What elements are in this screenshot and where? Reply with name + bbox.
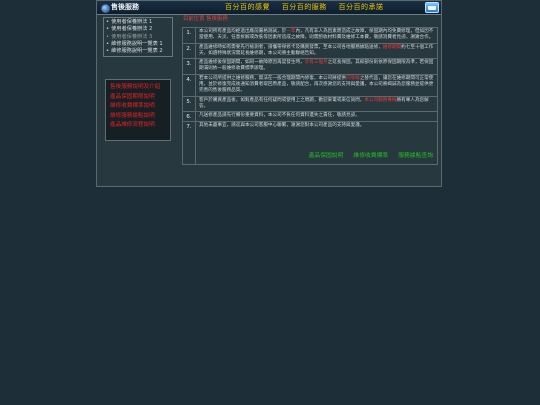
promo-link[interactable]: 產品保固期限說明 <box>110 93 166 103</box>
promo-box: 售後服務說明及介紹 產品保固期限說明 維修收費標準說明 維修服務據點說明 產品維… <box>105 79 171 141</box>
item-text: 本公司所有產品均經過出廠前嚴格測試，於一年內，凡有非人為因素而造成之故障，保固期… <box>199 29 434 41</box>
page-frame: 售後服務 百分百的感覺 百分百的服務 百分百的承諾 • 使用者保養辦法 1 • 使用… <box>96 0 442 187</box>
list-item: 3. 產品維修後保固期間，如同一故障原因再度發生時，享有三個月之延長保固，其餘部… <box>183 59 437 75</box>
mail-icon[interactable] <box>425 2 439 13</box>
sidebar-item-2[interactable]: • 使用者保養辦法 2 <box>106 26 170 33</box>
list-item: 6. 凡送修產品請先行備份重要資料，本公司不負任何資料遺失之責任，敬請見諒。 <box>183 112 437 122</box>
promo-link[interactable]: 產品維修流程說明 <box>110 121 166 131</box>
item-number: 3. <box>183 59 196 74</box>
quick-link-locations[interactable]: 服務據點查詢 <box>398 153 433 159</box>
item-text: 若本公司所提供之維修服務，無法在一般合理期間內修復，本公司將提供同等級之替代品，… <box>199 75 434 94</box>
item-number: 7. <box>183 121 196 164</box>
sidebar-item-label: 使用者保養辦法 2 <box>111 26 153 33</box>
sidebar: • 使用者保養辦法 1 • 使用者保養辦法 2 • 使用者保養辦法 3 • 維修服務說明… <box>99 15 177 185</box>
list-item: 1. 本公司所有產品均經過出廠前嚴格測試，於一年內，凡有非人為因素而造成之故障，… <box>183 28 437 44</box>
item-text: 凡送修產品請先行備份重要資料，本公司不負任何資料遺失之責任，敬請見諒。 <box>199 113 360 119</box>
sidebar-item-5[interactable]: • 維修服務說明一覽表 2 <box>106 48 170 55</box>
item-text: 產品維修時如有需要先行檢測者，請攜帶保修卡及購買發票，至本公司各地服務據點送修，… <box>199 44 434 56</box>
item-number: 2. <box>183 43 196 59</box>
slogan-3: 百分百的承諾 <box>338 3 384 11</box>
sidebar-item-label: 使用者保養辦法 1 <box>111 19 153 25</box>
list-item: 4. 若本公司所提供之維修服務，無法在一般合理期間內修復，本公司將提供同等級之替… <box>183 74 437 97</box>
item-number: 6. <box>183 112 196 121</box>
promo-link[interactable]: 維修收費標準說明 <box>110 102 166 112</box>
list-item: 7. 其他未盡事宜，請逕與本公司客服中心聯繫，謝謝您對本公司產品的支持與愛護。 … <box>183 121 437 164</box>
bullet-icon: • <box>106 33 110 40</box>
list-item: 2. 產品維修時如有需要先行檢測者，請攜帶保修卡及購買發票，至本公司各地服務據點… <box>183 43 437 60</box>
header-bar: 售後服務 百分百的感覺 百分百的服務 百分百的承諾 <box>97 1 441 15</box>
item-number: 1. <box>183 28 196 43</box>
sidebar-menu: • 使用者保養辦法 1 • 使用者保養辦法 2 • 使用者保養辦法 3 • 維修服務說明… <box>103 17 173 57</box>
item-text: 其他未盡事宜，請逕與本公司客服中心聯繫，謝謝您對本公司產品的支持與愛護。 產品保… <box>199 122 433 160</box>
item-text: 產品維修後保固期間，如同一故障原因再度發生時，享有三個月之延長保固，其餘部份則依… <box>199 60 434 72</box>
bullet-icon: • <box>106 40 110 47</box>
bullet-icon: • <box>106 19 110 25</box>
item-number: 5. <box>183 96 196 112</box>
bullet-icon: • <box>106 48 110 55</box>
bullet-icon: • <box>106 26 110 33</box>
service-terms-list: 1. 本公司所有產品均經過出廠前嚴格測試，於一年內，凡有非人為因素而造成之故障，… <box>182 27 438 165</box>
sidebar-item-3[interactable]: • 使用者保養辦法 3 <box>106 34 170 41</box>
sidebar-item-label: 維修服務說明一覽表 1 <box>111 40 163 47</box>
slogan-2: 百分百的服務 <box>281 3 327 11</box>
sidebar-item-label: 維修服務說明一覽表 2 <box>111 48 163 55</box>
slogan: 百分百的感覺 百分百的服務 百分百的承諾 <box>225 2 392 13</box>
sidebar-item-label: 使用者保養辦法 3 <box>111 33 153 40</box>
site-title: 售後服務 <box>111 3 139 11</box>
promo-link[interactable]: 售後服務說明及介紹 <box>110 83 166 93</box>
breadcrumb: 目前位置 售後服務 <box>183 16 228 22</box>
item-text: 客戶於購買產品後，如對產品有任何疑問或使用上之問題，歡迎來電或來信詢問，本公司服… <box>199 97 429 109</box>
item-number: 4. <box>183 74 196 96</box>
quick-link-warranty[interactable]: 產品保固說明 <box>309 153 344 159</box>
slogan-1: 百分百的感覺 <box>225 3 270 11</box>
promo-link[interactable]: 維修服務據點說明 <box>110 112 166 122</box>
list-item: 5. 客戶於購買產品後，如對產品有任何疑問或使用上之問題，歡迎來電或來信詢問，本… <box>183 96 437 113</box>
globe-dot-icon <box>101 4 110 13</box>
quick-links: 產品保固說明 維修收費標準 服務據點查詢 <box>309 153 433 159</box>
quick-link-fees[interactable]: 維修收費標準 <box>353 153 388 159</box>
main-content: 目前位置 售後服務 1. 本公司所有產品均經過出廠前嚴格測試，於一年內，凡有非人… <box>179 15 439 186</box>
